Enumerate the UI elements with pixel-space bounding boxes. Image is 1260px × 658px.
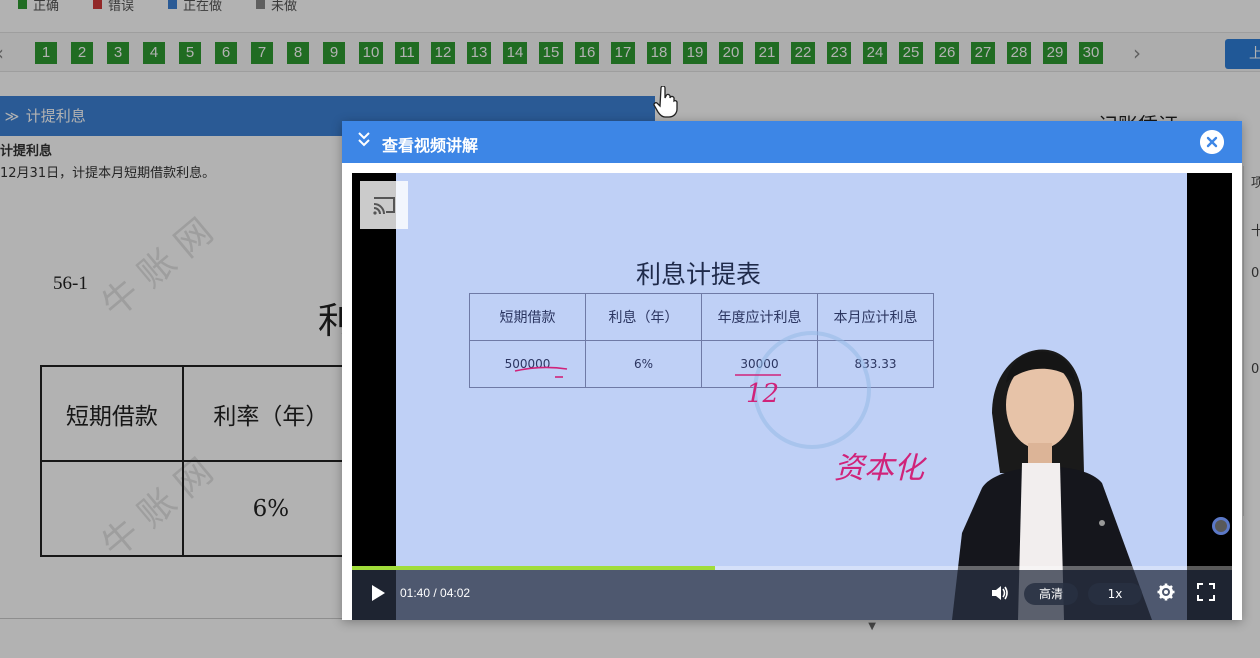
double-chevron-down-icon: [358, 132, 370, 147]
slide-table-header: 本月应计利息: [817, 293, 934, 341]
slide-title: 利息计提表: [636, 260, 762, 289]
cast-icon[interactable]: [360, 181, 408, 229]
modal-header: 查看视频讲解: [342, 121, 1242, 163]
quality-button[interactable]: 高清: [1024, 583, 1078, 605]
indicator-dot: [1212, 517, 1230, 535]
player-controls: 01:40 / 04:02 高清 1x: [352, 570, 1232, 620]
volume-icon[interactable]: [990, 583, 1010, 603]
hand-cursor-icon: [653, 86, 678, 118]
video-frame: 利息计提表 短期借款 利息（年） 年度应计利息 本月应计利息 500000 6%…: [396, 173, 1230, 620]
speed-button[interactable]: 1x: [1088, 583, 1142, 605]
settings-gear-icon[interactable]: [1157, 583, 1175, 601]
modal-title: 查看视频讲解: [382, 136, 479, 155]
time-display: 01:40 / 04:02: [400, 586, 471, 600]
video-modal: 查看视频讲解 利息计提表 短期借款 利息（年） 年度应计利息 本月应计利息 50…: [342, 121, 1242, 620]
play-icon[interactable]: [370, 584, 386, 602]
close-icon[interactable]: [1200, 130, 1224, 154]
fullscreen-icon[interactable]: [1197, 583, 1215, 601]
handwriting-underline: [514, 366, 568, 378]
video-player[interactable]: 利息计提表 短期借款 利息（年） 年度应计利息 本月应计利息 500000 6%…: [352, 173, 1232, 620]
handwriting-text: 资本化: [834, 451, 924, 486]
slide-table-header: 短期借款: [469, 293, 586, 341]
handwriting-text: 12: [746, 379, 780, 409]
slide-table-cell: 6%: [585, 340, 702, 388]
slide-table-header: 利息（年）: [585, 293, 702, 341]
